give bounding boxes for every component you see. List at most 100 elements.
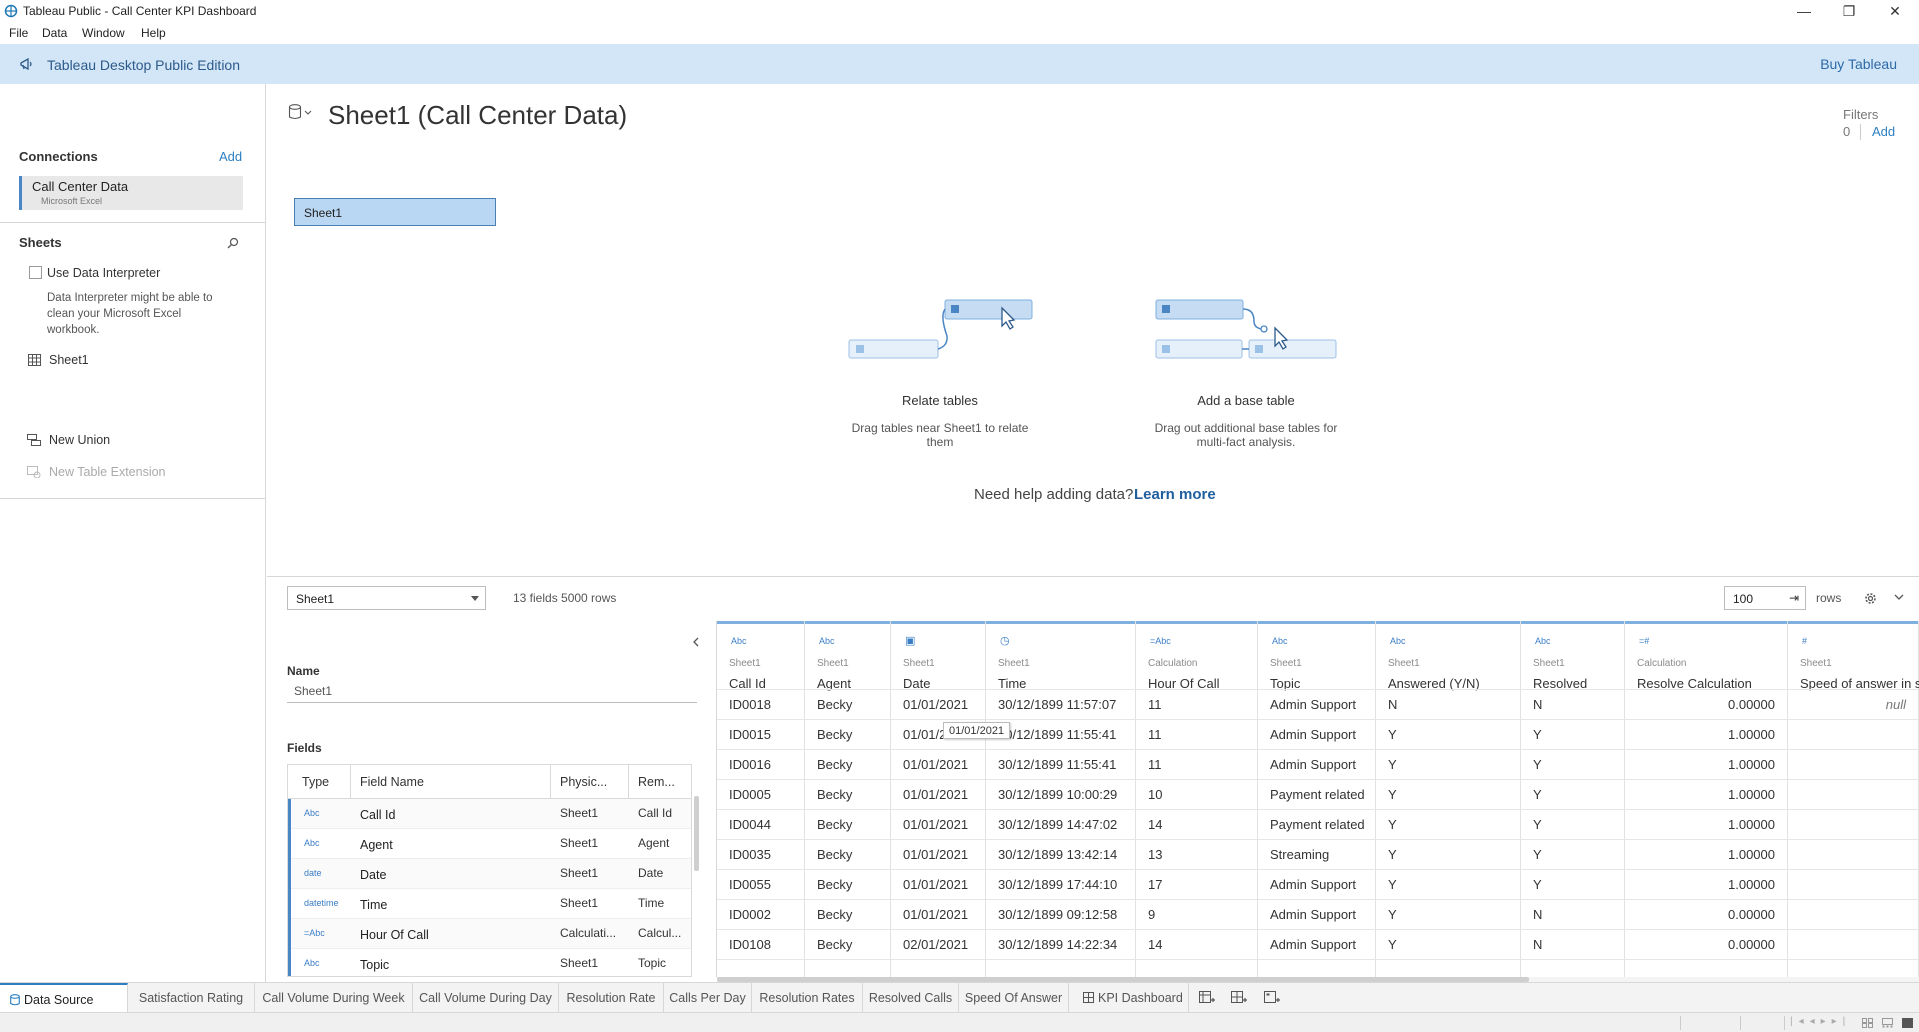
grid-cell[interactable]: Becky	[805, 809, 890, 839]
grid-cell[interactable]: Becky	[805, 779, 890, 809]
menu-help[interactable]: Help	[141, 26, 166, 40]
menu-data[interactable]: Data	[42, 26, 67, 40]
field-type-icon[interactable]: #	[1802, 636, 1807, 646]
grid-cell[interactable]: 10	[1136, 779, 1257, 809]
sheet-tab[interactable]: Resolution Rates	[752, 983, 863, 1013]
field-row[interactable]: Abc Topic Sheet1 Topic	[288, 949, 691, 976]
grid-cell[interactable]: 01/01/2021	[891, 689, 985, 719]
grid-column-header[interactable]: # Sheet1 Speed of answer in se	[1788, 621, 1919, 693]
field-type-icon[interactable]: Abc	[304, 958, 320, 968]
grid-cell[interactable]: N	[1521, 929, 1624, 959]
field-name[interactable]: Date	[360, 868, 386, 882]
header-physical-table[interactable]: Physic...	[560, 775, 607, 789]
grid-cell[interactable]: 30/12/1899 11:57:07	[986, 689, 1135, 719]
grid-cell[interactable]: ID0005	[717, 779, 804, 809]
grid-cell[interactable]: 9	[1136, 899, 1257, 929]
grid-cell[interactable]: 11	[1136, 719, 1257, 749]
grid-cell[interactable]: 0.00000	[1625, 929, 1787, 959]
calendar-icon[interactable]: ▣	[905, 634, 915, 647]
grid-column-header[interactable]: =# Calculation Resolve Calculation	[1625, 621, 1787, 693]
tab-data-source[interactable]: Data Source	[0, 983, 128, 1013]
grid-cell[interactable]: Y	[1521, 749, 1624, 779]
field-type-icon[interactable]: date	[304, 868, 322, 878]
grid-cell[interactable]: Payment related	[1258, 779, 1375, 809]
grid-cell[interactable]: 11	[1136, 689, 1257, 719]
connection-item[interactable]: Call Center Data Microsoft Excel	[19, 176, 243, 210]
sheet-tab[interactable]: Resolved Calls	[863, 983, 959, 1013]
use-interpreter-checkbox[interactable]	[29, 266, 42, 279]
menu-window[interactable]: Window	[82, 26, 125, 40]
grid-cell[interactable]: Y	[1376, 869, 1520, 899]
grid-cell[interactable]: 1.00000	[1625, 839, 1787, 869]
grid-cell[interactable]: 13	[1136, 839, 1257, 869]
grid-cell[interactable]: 0.00000	[1625, 689, 1787, 719]
enter-arrow-icon[interactable]: ⇥	[1789, 591, 1799, 605]
grid-cell[interactable]: Becky	[805, 869, 890, 899]
grid-cell[interactable]: 01/01/2021	[891, 779, 985, 809]
grid-cell[interactable]: 1.00000	[1625, 719, 1787, 749]
new-worksheet-icon[interactable]	[1199, 991, 1215, 1005]
datasource-dropdown-icon[interactable]	[288, 104, 314, 120]
grid-cell[interactable]: Y	[1376, 749, 1520, 779]
grid-cell[interactable]: Admin Support	[1258, 929, 1375, 959]
grid-column-header[interactable]: =Abc Calculation Hour Of Call	[1136, 621, 1257, 693]
field-row[interactable]: datetime Time Sheet1 Time	[288, 889, 691, 919]
grid-cell[interactable]: N	[1521, 689, 1624, 719]
grid-cell[interactable]: N	[1376, 689, 1520, 719]
grid-cell[interactable]: 1.00000	[1625, 779, 1787, 809]
grid-cell[interactable]: Becky	[805, 839, 890, 869]
grid-cell[interactable]: Becky	[805, 899, 890, 929]
grid-cell[interactable]: 01/01/2021	[891, 749, 985, 779]
grid-cell[interactable]: Y	[1521, 719, 1624, 749]
grid-cell[interactable]: Payment related	[1258, 809, 1375, 839]
grid-cell[interactable]: 14	[1136, 929, 1257, 959]
grid-cell[interactable]: 30/12/1899 13:42:14	[986, 839, 1135, 869]
grid-cell[interactable]: ID0044	[717, 809, 804, 839]
datetime-icon[interactable]: ◷	[1000, 634, 1010, 647]
field-type-icon[interactable]: Abc	[819, 636, 835, 646]
sheet-tab[interactable]: Call Volume During Day	[413, 983, 559, 1013]
restore-button[interactable]: ❐	[1826, 0, 1872, 22]
grid-cell[interactable]: 30/12/1899 10:00:29	[986, 779, 1135, 809]
grid-cell[interactable]	[1788, 779, 1918, 809]
grid-cell[interactable]: Y	[1376, 839, 1520, 869]
grid-cell[interactable]: ID0018	[717, 689, 804, 719]
field-type-icon[interactable]: Abc	[1272, 636, 1288, 646]
grid-cell[interactable]: 02/01/2021	[891, 929, 985, 959]
add-filter-link[interactable]: Add	[1872, 124, 1895, 139]
grid-column-header[interactable]: ▣ Sheet1 Date	[891, 621, 985, 693]
grid-cell[interactable]: Becky	[805, 749, 890, 779]
grid-cell[interactable]: 01/01/2021	[891, 839, 985, 869]
sheet-tab[interactable]: Call Volume During Week	[255, 983, 413, 1013]
field-type-icon[interactable]: Abc	[1390, 636, 1406, 646]
grid-cell[interactable]: 30/12/1899 09:12:58	[986, 899, 1135, 929]
field-type-icon[interactable]: datetime	[304, 898, 339, 908]
sheet-item-sheet1[interactable]: Sheet1	[49, 353, 89, 367]
grid-cell[interactable]: 14	[1136, 809, 1257, 839]
header-remote-name[interactable]: Rem...	[638, 775, 675, 789]
grid-cell[interactable]	[1788, 899, 1918, 929]
grid-cell[interactable]	[1788, 719, 1918, 749]
grid-cell[interactable]: null	[1788, 689, 1918, 719]
grid-cell[interactable]: ID0108	[717, 929, 804, 959]
sheet-tab[interactable]: Resolution Rate	[559, 983, 664, 1013]
grid-cell[interactable]: Y	[1521, 779, 1624, 809]
add-connection-link[interactable]: Add	[219, 149, 242, 164]
grid-cell[interactable]: Y	[1376, 899, 1520, 929]
field-type-icon[interactable]: Abc	[304, 808, 320, 818]
grid-cell[interactable]: Y	[1376, 719, 1520, 749]
grid-cell[interactable]: 1.00000	[1625, 809, 1787, 839]
grid-cell[interactable]: Becky	[805, 929, 890, 959]
grid-cell[interactable]: ID0002	[717, 899, 804, 929]
grid-cell[interactable]: Admin Support	[1258, 869, 1375, 899]
sheet-tab[interactable]: Calls Per Day	[664, 983, 752, 1013]
new-dashboard-icon[interactable]	[1231, 991, 1247, 1005]
grid-cell[interactable]: Streaming	[1258, 839, 1375, 869]
grid-column-header[interactable]: ◷ Sheet1 Time	[986, 621, 1135, 693]
grid-cell[interactable]: N	[1521, 899, 1624, 929]
field-name[interactable]: Time	[360, 898, 387, 912]
grid-cell[interactable]: ID0015	[717, 719, 804, 749]
grid-cell[interactable]: Y	[1376, 779, 1520, 809]
tabs-view-icon[interactable]	[1902, 1018, 1913, 1028]
field-name[interactable]: Agent	[360, 838, 393, 852]
